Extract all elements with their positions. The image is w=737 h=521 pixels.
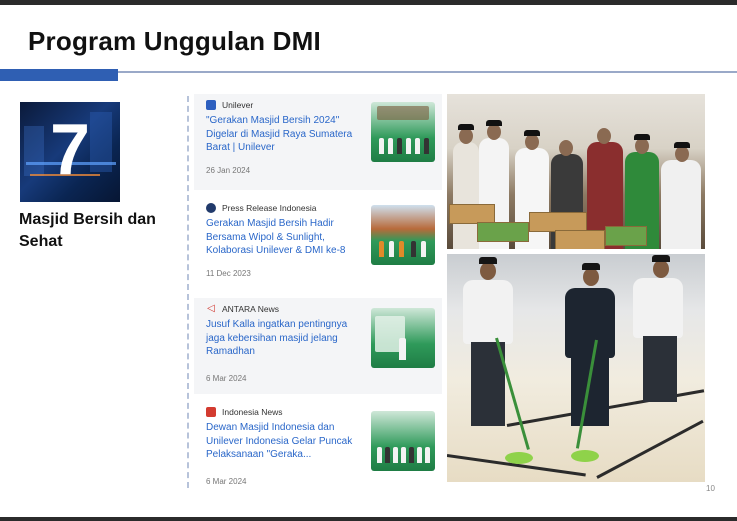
photo-detail xyxy=(486,120,502,126)
photo-detail xyxy=(661,160,701,249)
news-card[interactable]: ◁ ANTARA News Jusuf Kalla ingatkan penti… xyxy=(194,298,442,394)
program-caption: Masjid Bersih dan Sehat xyxy=(19,211,156,250)
thumbnail-detail xyxy=(385,447,390,463)
news-thumbnail[interactable] xyxy=(371,102,435,162)
photo-detail xyxy=(524,130,540,136)
news-date: 26 Jan 2024 xyxy=(206,166,251,175)
photo-detail xyxy=(529,212,587,232)
bottom-border xyxy=(0,517,737,521)
news-source-label: ANTARA News xyxy=(222,304,279,314)
photo-detail xyxy=(597,128,611,144)
photo-detail xyxy=(458,124,474,130)
event-photo-mopping xyxy=(447,254,705,482)
presentation-slide: Program Unggulan DMI 7 Masjid Bersih dan… xyxy=(0,0,737,521)
slide-title: Program Unggulan DMI xyxy=(28,26,321,56)
thumbnail-detail xyxy=(406,138,411,154)
program-number-tile: 7 xyxy=(20,102,120,202)
news-source: ◁ ANTARA News xyxy=(206,303,279,315)
photo-detail xyxy=(480,262,496,280)
photo-detail xyxy=(675,146,689,162)
news-headline-link[interactable]: Jusuf Kalla ingatkan pentingnya jaga keb… xyxy=(206,318,362,359)
news-thumbnail[interactable] xyxy=(371,205,435,265)
thumbnail-detail xyxy=(409,447,414,463)
photo-detail xyxy=(653,260,669,278)
page-number: 10 xyxy=(706,484,715,493)
unilever-logo-icon xyxy=(206,100,216,110)
news-thumbnail[interactable] xyxy=(371,411,435,471)
photo-detail xyxy=(643,336,677,402)
news-headline-link[interactable]: "Gerakan Masjid Bersih 2024" Digelar di … xyxy=(206,114,362,155)
photo-detail xyxy=(565,288,615,358)
photo-detail xyxy=(477,222,529,242)
thumbnail-detail xyxy=(425,447,430,463)
photo-detail xyxy=(453,142,479,249)
photo-detail xyxy=(605,226,647,246)
thumbnail-detail xyxy=(393,447,398,463)
thumbnail-detail xyxy=(397,138,402,154)
news-date: 11 Dec 2023 xyxy=(206,269,251,278)
photo-detail xyxy=(583,268,599,286)
thumbnail-detail xyxy=(388,138,393,154)
news-thumbnail[interactable] xyxy=(371,308,435,368)
news-source-label: Indonesia News xyxy=(222,407,283,417)
thumbnail-detail xyxy=(399,241,404,257)
photo-detail xyxy=(449,204,495,224)
news-headline-link[interactable]: Dewan Masjid Indonesia dan Unilever Indo… xyxy=(206,421,362,462)
news-card[interactable]: Indonesia News Dewan Masjid Indonesia da… xyxy=(194,401,442,497)
photo-detail xyxy=(571,450,599,462)
news-source: Unilever xyxy=(206,100,253,110)
news-source: Press Release Indonesia xyxy=(206,203,317,213)
news-source-label: Unilever xyxy=(222,100,254,110)
photo-detail xyxy=(525,134,539,150)
thumbnail-detail xyxy=(401,447,406,463)
photo-detail xyxy=(479,257,497,264)
photo-detail xyxy=(555,230,605,249)
thumbnail-detail xyxy=(415,138,420,154)
news-date: 6 Mar 2024 xyxy=(206,477,247,486)
thumbnail-detail xyxy=(424,138,429,154)
program-number: 7 xyxy=(49,110,91,190)
antara-logo-icon: ◁ xyxy=(207,303,215,314)
photo-detail xyxy=(674,142,690,148)
photo-detail xyxy=(505,452,533,464)
photo-detail xyxy=(635,138,649,154)
photo-detail xyxy=(559,140,573,156)
thumbnail-detail xyxy=(411,241,416,257)
news-card[interactable]: Unilever "Gerakan Masjid Bersih 2024" Di… xyxy=(194,94,442,190)
thumbnail-detail xyxy=(377,447,382,463)
thumbnail-detail xyxy=(421,241,426,257)
photo-detail xyxy=(652,255,670,262)
news-date: 6 Mar 2024 xyxy=(206,374,247,383)
thumbnail-detail xyxy=(389,241,394,257)
dashed-divider xyxy=(187,96,189,488)
photo-detail xyxy=(582,263,600,270)
event-photo-handover xyxy=(447,94,705,249)
photo-detail xyxy=(634,134,650,140)
photo-detail xyxy=(487,124,501,140)
indonesia-news-logo-icon xyxy=(206,407,216,417)
thumbnail-detail xyxy=(377,106,429,120)
top-border xyxy=(0,0,737,5)
press-release-logo-icon xyxy=(206,203,216,213)
photo-detail xyxy=(596,419,704,479)
news-source: Indonesia News xyxy=(206,407,282,417)
news-source-label: Press Release Indonesia xyxy=(222,203,317,213)
thumbnail-detail xyxy=(399,338,406,360)
thumbnail-detail xyxy=(417,447,422,463)
title-accent-bar xyxy=(0,69,118,81)
photo-detail xyxy=(463,280,513,344)
photo-detail xyxy=(459,128,473,144)
thumbnail-detail xyxy=(379,138,384,154)
photo-detail xyxy=(633,278,683,338)
thumbnail-detail xyxy=(379,241,384,257)
news-headline-link[interactable]: Gerakan Masjid Bersih Hadir Bersama Wipo… xyxy=(206,217,362,258)
news-card[interactable]: Press Release Indonesia Gerakan Masjid B… xyxy=(194,197,442,293)
